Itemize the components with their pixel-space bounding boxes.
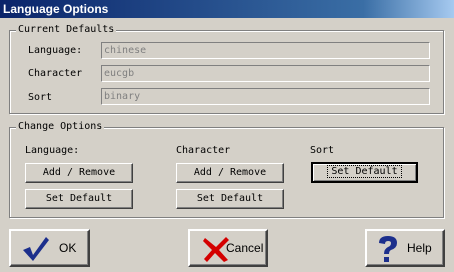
- character-add-remove-button[interactable]: Add / Remove: [176, 163, 284, 183]
- change-options-title: Change Options: [16, 121, 105, 133]
- ok-button[interactable]: OK: [9, 229, 90, 267]
- current-language-field[interactable]: chinese: [101, 42, 430, 59]
- help-button[interactable]: Help: [365, 229, 445, 267]
- cancel-button[interactable]: Cancel: [188, 229, 268, 267]
- sort-set-default-label: Set Default: [327, 165, 402, 178]
- current-language-label: Language:: [28, 45, 83, 56]
- current-character-field[interactable]: eucgb: [101, 65, 430, 82]
- character-set-default-button[interactable]: Set Default: [176, 189, 284, 209]
- language-add-remove-button[interactable]: Add / Remove: [25, 163, 133, 183]
- change-options-group: Change Options Language: Character Sort …: [9, 121, 444, 218]
- change-sort-label: Sort: [310, 145, 335, 156]
- current-sort-field[interactable]: binary: [101, 88, 430, 105]
- cancel-label: Cancel: [226, 241, 264, 255]
- ok-label: OK: [59, 241, 77, 255]
- change-character-label: Character: [176, 145, 231, 156]
- change-language-label: Language:: [25, 145, 80, 156]
- current-sort-label: Sort: [28, 92, 53, 103]
- current-defaults-title: Current Defaults: [16, 24, 117, 36]
- window-title: Language Options: [0, 0, 454, 18]
- checkmark-icon: [21, 235, 51, 263]
- current-character-label: Character: [28, 68, 83, 79]
- sort-set-default-button[interactable]: Set Default: [311, 162, 418, 183]
- current-defaults-group: Current Defaults Language: chinese Chara…: [9, 24, 444, 114]
- help-label: Help: [407, 241, 432, 255]
- language-set-default-button[interactable]: Set Default: [25, 189, 133, 209]
- question-mark-icon: [375, 234, 405, 262]
